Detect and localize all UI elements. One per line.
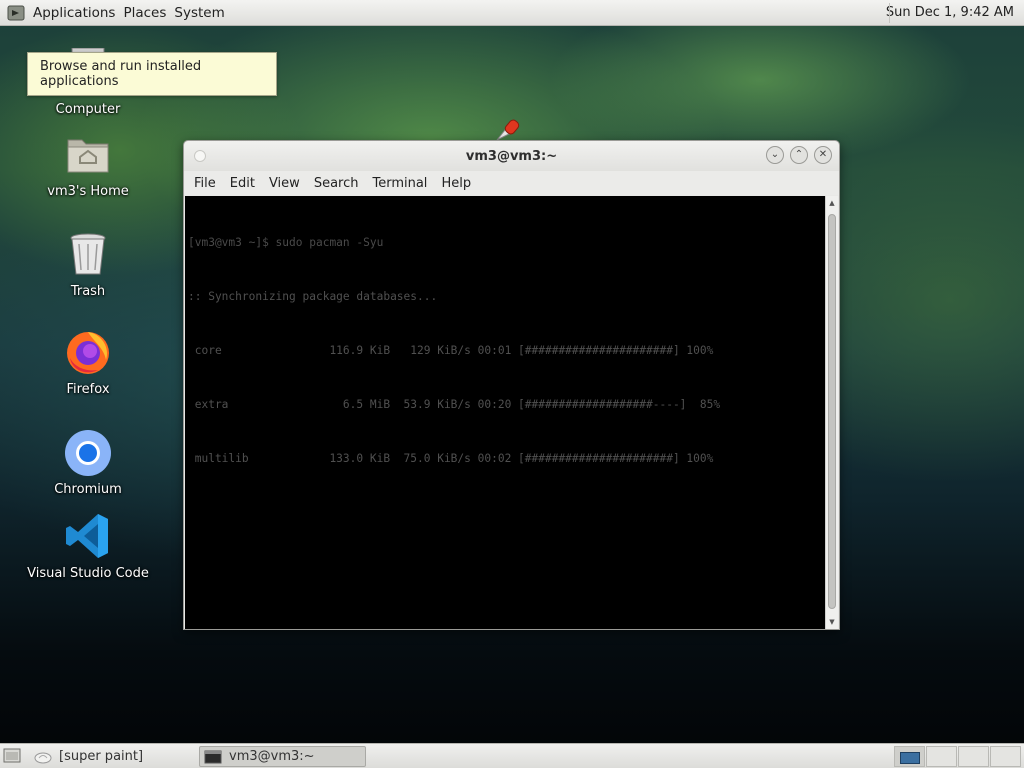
- window-menu-button[interactable]: [194, 150, 206, 162]
- desktop-icon-home[interactable]: vm3's Home: [18, 130, 158, 199]
- menu-applications[interactable]: Applications: [29, 5, 119, 21]
- close-icon: ✕: [818, 149, 828, 160]
- scrollbar-thumb[interactable]: [828, 214, 836, 609]
- chevron-up-icon: ⌃: [794, 149, 804, 160]
- workspace-4[interactable]: [990, 746, 1021, 767]
- trash-icon: [70, 233, 106, 275]
- workspace-3[interactable]: [958, 746, 989, 767]
- panel-separator: [889, 3, 890, 23]
- terminal-icon: [204, 750, 222, 763]
- terminal-line: [vm3@vm3 ~]$ sudo pacman -Syu: [188, 236, 384, 249]
- menu-edit[interactable]: Edit: [223, 176, 262, 191]
- workspace-1[interactable]: [894, 746, 925, 767]
- maximize-button[interactable]: ⌃: [790, 146, 808, 164]
- menu-search[interactable]: Search: [307, 176, 366, 191]
- paint-brush-icon: [496, 119, 520, 141]
- top-panel: Applications Places System Sun Dec 1, 9:…: [0, 0, 1024, 26]
- desktop-icon-label: vm3's Home: [47, 184, 129, 199]
- gnome-foot-icon[interactable]: [7, 4, 25, 22]
- task-label: [super paint]: [59, 749, 144, 764]
- home-folder-icon: [67, 139, 109, 173]
- vscode-icon: [66, 514, 108, 558]
- paint-icon: [34, 752, 52, 763]
- menu-file[interactable]: File: [187, 176, 223, 191]
- desktop-icon-firefox[interactable]: Firefox: [18, 328, 158, 397]
- desktop-icon-label: Chromium: [54, 482, 122, 497]
- terminal-line: :: Synchronizing package databases...: [188, 290, 438, 303]
- scroll-up-icon[interactable]: ▲: [826, 197, 838, 209]
- desktop-icon-label: Firefox: [66, 382, 110, 397]
- terminal-line: multilib 133.0 KiB 75.0 KiB/s 00:02 [###…: [188, 452, 714, 465]
- window-titlebar[interactable]: vm3@vm3:~ ⌄ ⌃ ✕: [184, 141, 839, 171]
- desktop-icon-trash[interactable]: Trash: [18, 230, 158, 299]
- firefox-icon: [67, 332, 109, 374]
- terminal-output[interactable]: [vm3@vm3 ~]$ sudo pacman -Syu :: Synchro…: [185, 196, 826, 629]
- desktop-icon-label: Trash: [70, 284, 106, 299]
- window-title: vm3@vm3:~: [465, 148, 558, 164]
- taskbar-item-super-paint[interactable]: [super paint]: [30, 746, 198, 767]
- menu-places[interactable]: Places: [119, 5, 170, 21]
- chromium-icon: [65, 430, 111, 476]
- chevron-down-icon: ⌄: [770, 149, 780, 160]
- desktop-icon-label: Computer: [55, 102, 121, 117]
- desktop-icon-chromium[interactable]: Chromium: [18, 428, 158, 497]
- scroll-down-icon[interactable]: ▼: [826, 616, 838, 628]
- desktop-icon-label: Visual Studio Code: [27, 566, 149, 581]
- task-label: vm3@vm3:~: [229, 749, 315, 764]
- workspace-switcher[interactable]: [893, 746, 1021, 767]
- close-button[interactable]: ✕: [814, 146, 832, 164]
- clock[interactable]: Sun Dec 1, 9:42 AM: [886, 5, 1014, 20]
- terminal-line: core 116.9 KiB 129 KiB/s 00:01 [########…: [188, 344, 714, 357]
- terminal-line: extra 6.5 MiB 53.9 KiB/s 00:20 [########…: [188, 398, 721, 411]
- bottom-panel: [super paint] vm3@vm3:~: [0, 743, 1024, 768]
- menu-system[interactable]: System: [170, 5, 228, 21]
- menu-help[interactable]: Help: [434, 176, 478, 191]
- menu-terminal[interactable]: Terminal: [365, 176, 434, 191]
- terminal-menubar: File Edit View Search Terminal Help: [184, 171, 839, 195]
- workspace-2[interactable]: [926, 746, 957, 767]
- taskbar-item-terminal[interactable]: vm3@vm3:~: [199, 746, 366, 767]
- show-desktop-icon[interactable]: [3, 748, 21, 763]
- terminal-window[interactable]: vm3@vm3:~ ⌄ ⌃ ✕ File Edit View Search Te…: [183, 140, 840, 630]
- desktop-icon-vscode[interactable]: Visual Studio Code: [18, 512, 158, 581]
- menu-view[interactable]: View: [262, 176, 307, 191]
- minimize-button[interactable]: ⌄: [766, 146, 784, 164]
- workspace-window-thumb: [900, 752, 920, 764]
- terminal-scrollbar[interactable]: ▲ ▼: [825, 196, 838, 629]
- tooltip: Browse and run installed applications: [27, 52, 277, 96]
